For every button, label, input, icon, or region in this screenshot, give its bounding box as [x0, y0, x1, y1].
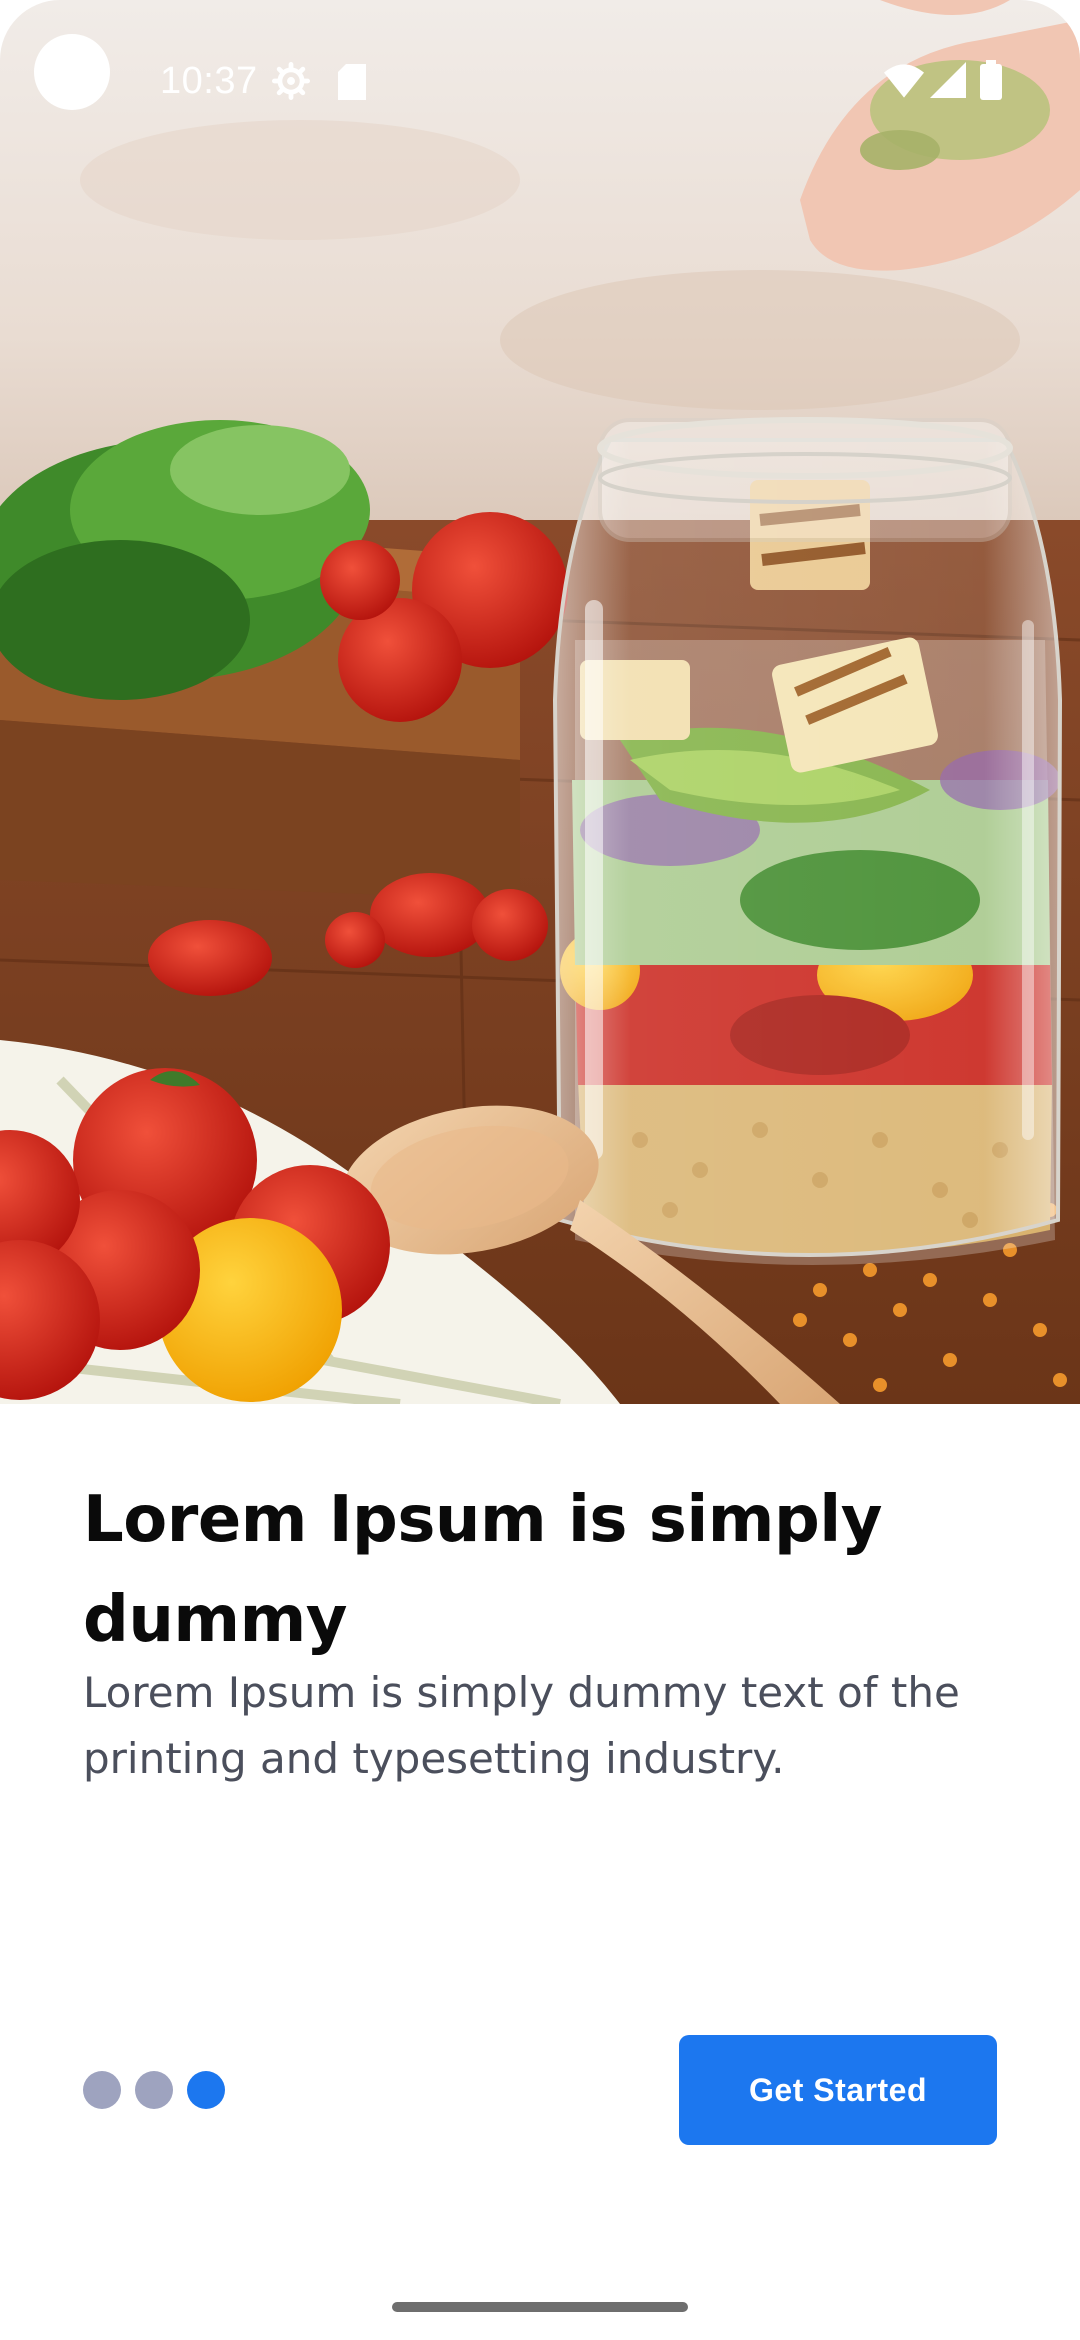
page-dot-3-active[interactable] [187, 2071, 225, 2109]
page-dot-2[interactable] [135, 2071, 173, 2109]
home-gesture-bar[interactable] [392, 2302, 688, 2312]
page-dot-1[interactable] [83, 2071, 121, 2109]
status-bar: 10:37 [0, 0, 1080, 150]
onboarding-title: Lorem Ipsum is simply dummy [83, 1483, 882, 1657]
salad-jar-illustration [0, 0, 1080, 1404]
cellular-signal-icon [930, 62, 966, 98]
settings-gear-icon [272, 62, 310, 100]
hero-image [0, 0, 1080, 1404]
onboarding-subtitle: Lorem Ipsum is simply dummy text of the … [83, 1668, 960, 1783]
onboarding-screen: 10:37 Lorem Ipsum is simply dummy Lorem [0, 0, 1080, 2340]
battery-icon [980, 60, 1002, 100]
sd-card-icon [338, 64, 366, 100]
status-time: 10:37 [160, 60, 258, 102]
get-started-button[interactable]: Get Started [679, 2035, 997, 2145]
page-indicator [83, 2070, 225, 2110]
wifi-icon [884, 64, 924, 98]
camera-cutout [34, 34, 110, 110]
